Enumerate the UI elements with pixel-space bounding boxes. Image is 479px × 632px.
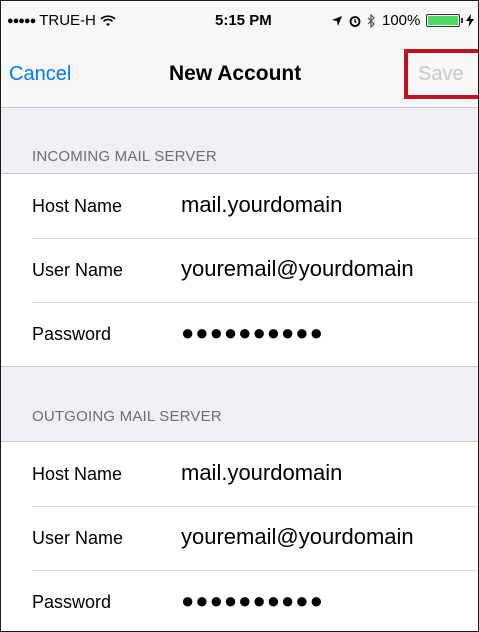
outgoing-host-name-field[interactable]: mail.yourdomain [181, 460, 342, 486]
incoming-header-label: INCOMING MAIL SERVER [32, 148, 217, 165]
battery-percent: 100% [382, 12, 421, 29]
incoming-host-name-field[interactable]: mail.yourdomain [181, 192, 342, 218]
outgoing-password-field[interactable]: ●●●●●●●●●● [181, 588, 324, 614]
outgoing-section-header: OUTGOING MAIL SERVER [1, 368, 478, 433]
outgoing-header-label: OUTGOING MAIL SERVER [32, 408, 222, 425]
outgoing-user-name-field[interactable]: youremail@yourdomain [181, 524, 414, 550]
field-label: Host Name [32, 464, 123, 484]
cancel-button[interactable]: Cancel [9, 63, 71, 86]
incoming-password-field[interactable]: ●●●●●●●●●● [181, 320, 324, 346]
carrier-info: ●●●●● TRUE-H [7, 12, 116, 29]
incoming-password-row[interactable]: Password ●●●●●●●●●● [1, 302, 478, 366]
navigation-bar: Cancel New Account Save [1, 41, 478, 108]
incoming-server-group: Host Name mail.yourdomain User Name your… [1, 173, 478, 367]
save-button[interactable]: Save [418, 63, 464, 86]
outgoing-user-name-row[interactable]: User Name youremail@yourdomain [1, 506, 478, 570]
status-bar: ●●●●● TRUE-H 5:15 PM 100% [1, 1, 478, 41]
charging-icon [466, 14, 475, 27]
outgoing-host-name-row[interactable]: Host Name mail.yourdomain [1, 442, 478, 506]
field-label: Password [32, 324, 112, 344]
bluetooth-icon [367, 13, 375, 28]
battery-fill [428, 16, 459, 25]
carrier-name: TRUE-H [39, 12, 96, 29]
incoming-user-name-row[interactable]: User Name youremail@yourdomain [1, 238, 478, 302]
outgoing-password-row[interactable]: Password ●●●●●●●●●● [1, 570, 478, 631]
signal-strength-icon: ●●●●● [7, 14, 36, 27]
outgoing-server-group: Host Name mail.yourdomain User Name your… [1, 441, 478, 631]
incoming-user-name-field[interactable]: youremail@yourdomain [181, 256, 414, 282]
location-icon [332, 15, 342, 26]
page-title: New Account [169, 62, 302, 85]
field-label: Password [32, 592, 112, 612]
incoming-section-header: INCOMING MAIL SERVER [1, 108, 478, 173]
status-time: 5:15 PM [215, 12, 272, 29]
incoming-host-name-row[interactable]: Host Name mail.yourdomain [1, 174, 478, 238]
wifi-icon [100, 14, 116, 26]
status-indicators: 100% [331, 12, 475, 29]
battery-icon [426, 14, 464, 27]
alarm-icon [349, 15, 361, 27]
field-label: Host Name [32, 196, 123, 216]
field-label: User Name [32, 260, 124, 280]
phone-screen: ●●●●● TRUE-H 5:15 PM 100% Cancel New Acc… [0, 0, 479, 632]
field-label: User Name [32, 528, 124, 548]
